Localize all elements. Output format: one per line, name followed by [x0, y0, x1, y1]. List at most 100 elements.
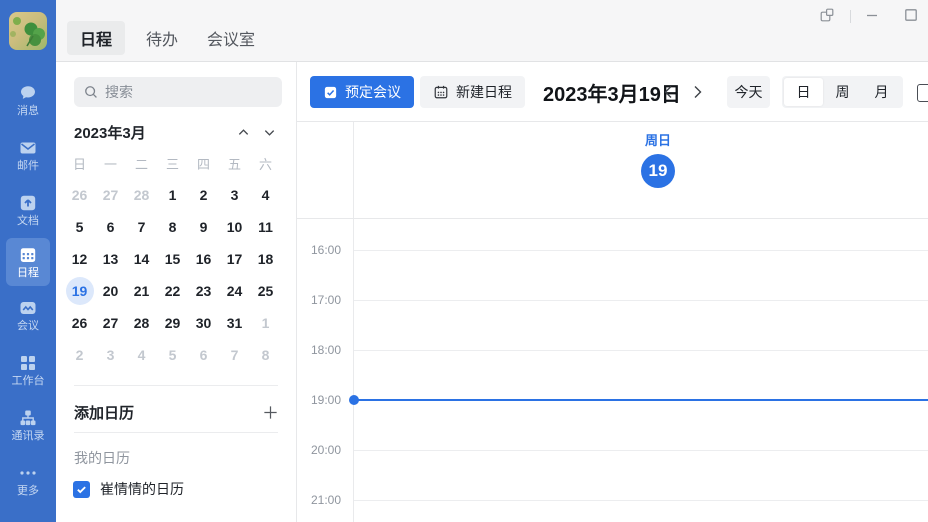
calendar-checkbox[interactable] [73, 481, 90, 498]
day-header-weekday: 周日 [608, 130, 708, 149]
contacts-icon [18, 408, 38, 428]
add-calendar-plus-icon[interactable] [258, 400, 282, 424]
calendar-icon [18, 245, 38, 265]
maximize-icon[interactable] [903, 7, 918, 22]
check-icon [76, 484, 87, 495]
mini-calendar-day[interactable]: 27 [95, 307, 126, 339]
calendar-list-item[interactable]: 崔情情的日历 [73, 478, 281, 500]
calendar-check-icon [323, 85, 338, 100]
mini-calendar-day[interactable]: 13 [95, 243, 126, 275]
day-header-date-badge[interactable]: 19 [641, 154, 675, 188]
mini-calendar-day[interactable]: 28 [126, 307, 157, 339]
app-window: 消息邮件文档日程会议工作台通讯录更多 日程待办会议室 搜索 2023年3月 [0, 0, 928, 522]
view-month-segment[interactable]: 月 [862, 78, 901, 106]
next-month-chevron-down-icon[interactable] [256, 121, 282, 143]
hour-gridline [354, 350, 928, 351]
mini-calendar-day[interactable]: 6 [95, 211, 126, 243]
mini-calendar-day[interactable]: 6 [188, 339, 219, 371]
mini-calendar-day[interactable]: 22 [157, 275, 188, 307]
mini-calendar-day[interactable]: 14 [126, 243, 157, 275]
mini-calendar-day[interactable]: 1 [250, 307, 281, 339]
hour-gridline [354, 300, 928, 301]
mini-calendar-day[interactable]: 7 [126, 211, 157, 243]
hour-label: 17:00 [297, 293, 341, 307]
view-week-segment[interactable]: 周 [823, 78, 862, 106]
mini-calendar-day[interactable]: 30 [188, 307, 219, 339]
sidebar-item-calendar[interactable]: 日程 [6, 238, 50, 286]
weekday-label: 六 [250, 147, 281, 179]
mini-calendar-day[interactable]: 24 [219, 275, 250, 307]
sidebar-item-doc[interactable]: 文档 [6, 186, 50, 234]
mini-calendar-day[interactable]: 11 [250, 211, 281, 243]
mini-calendar-day[interactable]: 31 [219, 307, 250, 339]
divider [74, 385, 278, 386]
weekday-label: 五 [219, 147, 250, 179]
sidebar-item-workbench[interactable]: 工作台 [6, 346, 50, 394]
mini-calendar-day[interactable]: 20 [95, 275, 126, 307]
mini-calendar-day[interactable]: 2 [188, 179, 219, 211]
hour-label: 16:00 [297, 243, 341, 257]
mini-calendar-day[interactable]: 8 [250, 339, 281, 371]
mini-calendar-day[interactable]: 10 [219, 211, 250, 243]
mini-calendar-day[interactable]: 27 [95, 179, 126, 211]
hour-label: 21:00 [297, 493, 341, 507]
hour-gridline [354, 500, 928, 501]
mini-calendar-day[interactable]: 28 [126, 179, 157, 211]
mini-calendar-day[interactable]: 1 [157, 179, 188, 211]
tab-todo[interactable]: 待办 [133, 21, 191, 55]
hour-label: 20:00 [297, 443, 341, 457]
mini-calendar-day[interactable]: 4 [250, 179, 281, 211]
mini-calendar-day[interactable]: 18 [250, 243, 281, 275]
mini-calendar-day[interactable]: 15 [157, 243, 188, 275]
mini-calendar-day[interactable]: 29 [157, 307, 188, 339]
mini-calendar-day[interactable]: 26 [64, 307, 95, 339]
tab-meeting-rooms[interactable]: 会议室 [194, 21, 268, 55]
today-button[interactable]: 今天 [727, 76, 770, 108]
next-day-chevron-right-icon[interactable] [687, 83, 707, 101]
new-event-button[interactable]: 新建日程 [420, 76, 525, 108]
minimize-icon[interactable] [864, 7, 879, 22]
sidebar-item-more-dots[interactable]: 更多 [6, 456, 50, 504]
sidebar-item-mail[interactable]: 邮件 [6, 131, 50, 179]
mini-calendar-day[interactable]: 17 [219, 243, 250, 275]
mini-calendar-day[interactable]: 25 [250, 275, 281, 307]
window-controls-divider [850, 10, 851, 23]
search-input[interactable]: 搜索 [74, 77, 282, 107]
mini-calendar-day[interactable]: 2 [64, 339, 95, 371]
sidebar-item-chat[interactable]: 消息 [6, 76, 50, 124]
mini-calendar-day[interactable]: 7 [219, 339, 250, 371]
mini-calendar-day[interactable]: 21 [126, 275, 157, 307]
mini-calendar-day[interactable]: 23 [188, 275, 219, 307]
prev-day-chevron-left-icon[interactable] [659, 83, 679, 101]
sidebar-item-label: 日程 [17, 267, 39, 279]
prev-month-chevron-up-icon[interactable] [230, 121, 256, 143]
mini-calendar-day[interactable]: 12 [64, 243, 95, 275]
view-switcher: 日周月 [782, 76, 903, 108]
sidebar-item-label: 邮件 [17, 160, 39, 172]
mini-calendar-day[interactable]: 5 [64, 211, 95, 243]
view-day-segment[interactable]: 日 [784, 78, 823, 106]
mini-calendar-weekday-row: 日一二三四五六 [64, 147, 281, 179]
sidebar: 消息邮件文档日程会议工作台通讯录更多 [0, 0, 56, 522]
book-meeting-button[interactable]: 预定会议 [310, 76, 414, 108]
mini-calendar-day[interactable]: 16 [188, 243, 219, 275]
mini-calendar-day[interactable]: 3 [95, 339, 126, 371]
time-gutter-divider [353, 122, 354, 522]
mini-calendar-day[interactable]: 3 [219, 179, 250, 211]
sidebar-item-meeting[interactable]: 会议 [6, 291, 50, 339]
divider [74, 432, 278, 433]
chat-icon [18, 83, 38, 103]
popout-icon[interactable] [819, 7, 834, 22]
mini-calendar-day[interactable]: 9 [188, 211, 219, 243]
mini-calendar-day-selected[interactable]: 19 [64, 275, 95, 307]
mini-calendar-day[interactable]: 8 [157, 211, 188, 243]
main-toolbar: 预定会议 新建日程 2023年3月19日 今天 日周月 [297, 62, 928, 122]
sidebar-item-contacts[interactable]: 通讯录 [6, 401, 50, 449]
mini-calendar-day[interactable]: 5 [157, 339, 188, 371]
calendar-list-item-label: 崔情情的日历 [100, 479, 184, 499]
tab-schedule[interactable]: 日程 [67, 21, 125, 55]
mini-calendar-day[interactable]: 26 [64, 179, 95, 211]
avatar[interactable] [9, 12, 47, 50]
side-panel-calendar-icon[interactable] [917, 84, 928, 102]
mini-calendar-day[interactable]: 4 [126, 339, 157, 371]
